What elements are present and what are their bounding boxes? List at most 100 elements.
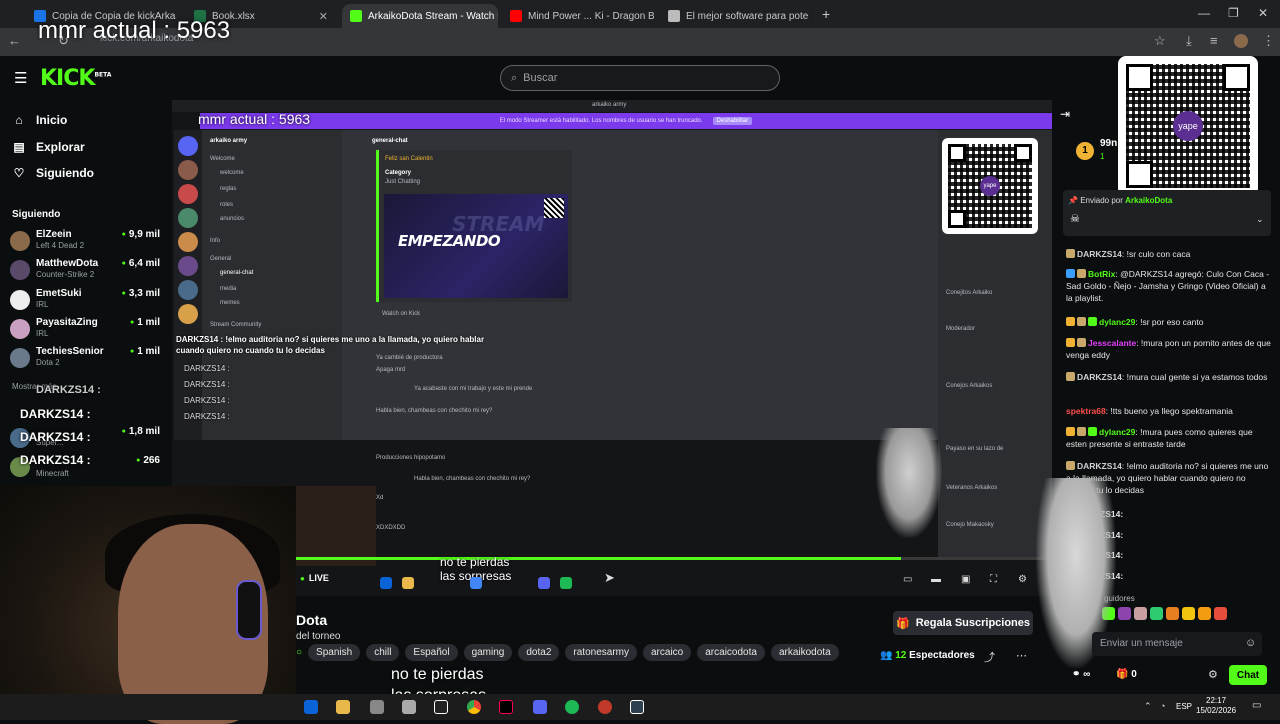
chat-username[interactable]: BotRix [1088, 269, 1115, 279]
spotify-icon[interactable] [565, 700, 579, 714]
close-icon[interactable]: ✕ [319, 10, 328, 23]
sidebar-item-explorar[interactable]: ▤ Explorar [12, 140, 84, 154]
chat-message: spektra68: !tts bueno ya llego spektrama… [1066, 405, 1272, 417]
edge-icon[interactable] [304, 700, 318, 714]
chat-username[interactable]: dylanc29 [1099, 317, 1135, 327]
gift-box-icon: 🎁 [1116, 669, 1129, 680]
notification-icon[interactable]: ▭ [1252, 700, 1261, 711]
browser-tab-4[interactable]: Mind Power ... Ki - Dragon Ball✕ [502, 4, 654, 28]
embed-field-label: Category [385, 170, 412, 176]
new-tab-button[interactable]: + [822, 6, 830, 22]
chat-settings-gear-icon[interactable]: ⚙ [1208, 668, 1218, 681]
chat-send-button[interactable]: Chat [1229, 665, 1267, 685]
app-icon[interactable] [434, 700, 448, 714]
chat-username[interactable]: Jesscalante [1088, 338, 1136, 348]
sidebar-item-inicio[interactable]: ⌂ Inicio [12, 113, 67, 127]
discord-message: Ya acabaste con mi trabajo y este mi pre… [414, 386, 533, 392]
collapse-chat-icon[interactable]: ⇥ [1060, 107, 1070, 121]
tag[interactable]: ratonesarmy [565, 644, 637, 661]
avatar [10, 260, 30, 280]
share-icon[interactable]: ⤴ [984, 649, 995, 665]
profile-avatar[interactable] [1234, 34, 1248, 48]
emote-icon[interactable] [1118, 607, 1131, 620]
following-channel[interactable]: PayasitaZing IRL 1 mil [10, 317, 168, 341]
following-channel[interactable]: ElZeein Left 4 Dead 2 9,9 mil [10, 229, 168, 253]
tag[interactable]: arcaico [642, 644, 692, 661]
close-icon[interactable]: ✕ [814, 10, 816, 23]
app-icon[interactable] [370, 700, 384, 714]
browser-tab-5[interactable]: El mejor software para pote ✕ [660, 4, 816, 28]
chat-points[interactable]: ⚭ ∞ [1072, 669, 1090, 680]
emoji-icon[interactable]: ☺ [1245, 637, 1256, 649]
webcam-small [296, 486, 376, 566]
pinned-by-text: Enviado por [1080, 196, 1123, 205]
miniplayer-icon[interactable]: ▭ [903, 574, 912, 585]
emote-icon[interactable] [1166, 607, 1179, 620]
tag[interactable]: chill [366, 644, 400, 661]
bookmark-star-icon[interactable]: ☆ [1154, 33, 1166, 49]
obs-icon[interactable] [598, 700, 612, 714]
overlay-chat-user: DARKZS14 : [20, 407, 91, 421]
search-placeholder: Buscar [523, 72, 558, 84]
emote-icon[interactable] [1182, 607, 1195, 620]
tag[interactable]: Español [405, 644, 458, 661]
sidebar-item-siguiendo[interactable]: ♡ Siguiendo [12, 166, 94, 180]
settings-gear-icon[interactable]: ⚙ [1018, 574, 1027, 585]
emote-icon[interactable] [1150, 607, 1163, 620]
browser-tab-3[interactable]: ArkaikoDota Stream - Watch Li✕ [342, 4, 498, 28]
gift-subs-button[interactable]: 🎁 Regala Suscripciones [893, 611, 1033, 635]
channel-item: anuncios [220, 216, 245, 222]
minimize-icon[interactable]: — [1198, 6, 1210, 20]
chevron-down-icon[interactable]: ⌄ [1256, 214, 1264, 225]
search-input[interactable]: ⌕ Buscar [500, 65, 780, 91]
app-icon[interactable] [402, 700, 416, 714]
emote-icon[interactable] [1134, 607, 1147, 620]
emote-icon[interactable] [1214, 607, 1227, 620]
tag[interactable]: gaming [463, 644, 513, 661]
taskbar-clock[interactable]: 22:17 15/02/2026 [1196, 696, 1236, 716]
tiktok-icon[interactable] [499, 700, 513, 714]
tag[interactable]: Spanish [308, 644, 361, 661]
file-explorer-icon[interactable] [336, 700, 350, 714]
wifi-icon[interactable]: ◔ [1160, 701, 1165, 711]
more-options-icon[interactable]: ⋯ [1016, 649, 1027, 662]
menu-dots-icon[interactable]: ⋮ [1262, 33, 1275, 49]
overlay-chat-user: DARKZS14 : [184, 364, 230, 373]
chat-input[interactable]: Enviar un mensaje [1092, 632, 1262, 656]
photos-icon[interactable] [630, 700, 644, 714]
following-channel[interactable]: EmetSuki IRL 3,3 mil [10, 288, 168, 312]
channel-item: reglas [220, 186, 237, 192]
chat-username[interactable]: DARKZS14 [1077, 249, 1122, 259]
chrome-icon[interactable] [467, 700, 481, 714]
chat-username[interactable]: dylanc29 [1099, 427, 1135, 437]
chat-username[interactable]: DARKZS14 [1077, 372, 1122, 382]
language-indicator[interactable]: ESP [1176, 702, 1192, 711]
tag[interactable]: arcaicodota [697, 644, 765, 661]
channel-category: Dota 2 [36, 358, 60, 367]
close-window-icon[interactable]: ✕ [1258, 6, 1268, 20]
following-channel[interactable]: TechiesSenior Dota 2 1 mil [10, 346, 168, 370]
following-channel[interactable]: MatthewDota Counter-Strike 2 6,4 mil [10, 258, 168, 282]
back-icon[interactable]: ← [8, 33, 21, 48]
chat-gifts[interactable]: 🎁 0 [1116, 669, 1137, 680]
chat-username[interactable]: spektra68 [1066, 406, 1106, 416]
chat-username[interactable]: DARKZS14 [1077, 461, 1122, 471]
tag[interactable]: arkaikodota [770, 644, 839, 661]
avatar [10, 290, 30, 310]
fullscreen-icon[interactable]: ⛶ [990, 574, 997, 585]
chat-text: : !sr por eso canto [1135, 317, 1204, 327]
tray-chevron-icon[interactable]: ⌃ [1144, 701, 1152, 712]
theater-icon[interactable]: ▬ [931, 574, 941, 585]
pip-icon[interactable]: ▣ [961, 574, 970, 585]
hamburger-menu-icon[interactable]: ☰ [14, 69, 27, 87]
media-icon[interactable]: ≡ [1210, 33, 1218, 48]
discord-icon[interactable] [533, 700, 547, 714]
emote-icon[interactable] [1198, 607, 1211, 620]
kick-logo[interactable]: KICKBETA [40, 66, 111, 91]
overlay-chat-user: DARKZS14 : [184, 396, 230, 405]
download-icon[interactable]: ⤓ [1186, 33, 1192, 49]
mod-badge-icon [1088, 427, 1097, 436]
crown-badge-icon [1066, 338, 1075, 347]
maximize-icon[interactable]: ❐ [1228, 6, 1239, 20]
tag[interactable]: dota2 [518, 644, 560, 661]
